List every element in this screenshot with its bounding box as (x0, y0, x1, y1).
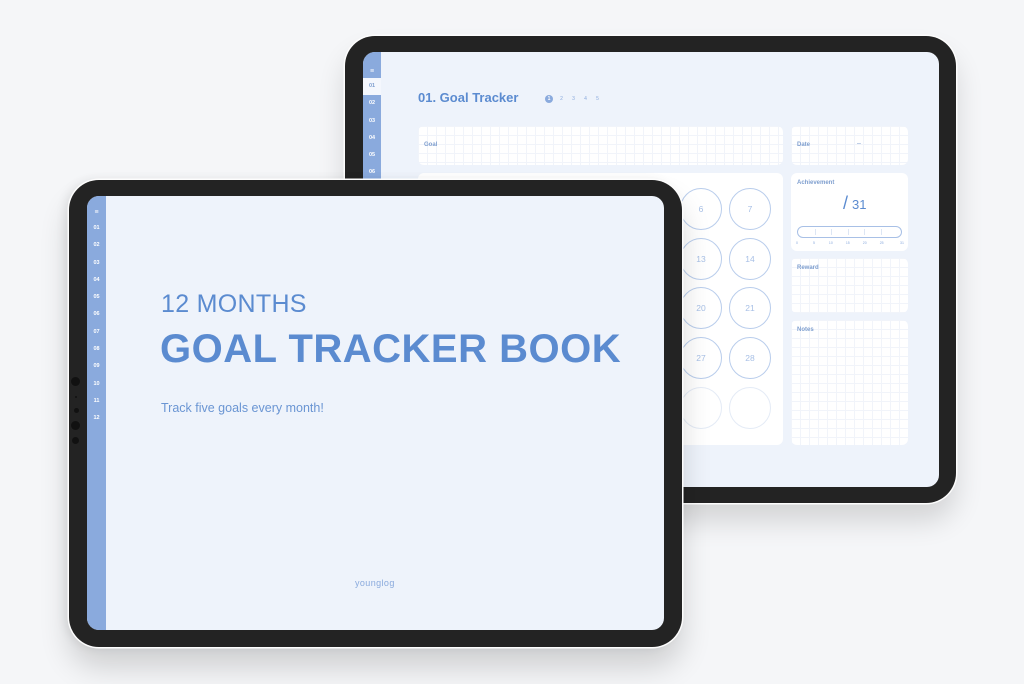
achievement-value[interactable]: /31 (843, 193, 866, 214)
hamburger-menu-icon[interactable]: ≡ (363, 68, 381, 78)
notes-label: Notes (797, 327, 814, 333)
day-circle[interactable]: 13 (680, 237, 722, 280)
month-tab[interactable]: 08 (87, 341, 106, 358)
pager-page[interactable]: 5 (594, 96, 601, 102)
date-field[interactable]: Date – (791, 126, 908, 165)
scale-tick-label: 10 (828, 241, 833, 245)
cover-title: GOAL TRACKER BOOK (160, 327, 622, 371)
pager-page[interactable]: 2 (558, 96, 565, 102)
goal-pager: 12345 (545, 95, 601, 103)
page-title: 01. Goal Tracker (418, 90, 519, 105)
camera-dot-icon (75, 396, 77, 398)
scale-tick-label: 5 (812, 241, 815, 245)
scale-tick-label: 0 (796, 241, 798, 245)
progress-tick (814, 229, 816, 235)
hamburger-menu-icon[interactable]: ≡ (87, 209, 106, 219)
day-circle[interactable]: 7 (729, 188, 771, 230)
month-tab[interactable]: 09 (87, 358, 106, 375)
scale-tick-label: 20 (862, 241, 867, 245)
front-tablet: ≡ 01 02 03 04 05 06 07 08 09 10 11 12 12 MONTHS GOA… (69, 180, 682, 647)
achievement-slash: / (843, 193, 849, 213)
brand-logo: younglog (355, 578, 395, 588)
cover-page: ≡ 01 02 03 04 05 06 07 08 09 10 11 12 12 MONTHS GOA… (87, 196, 664, 630)
month-tab[interactable]: 12 (87, 410, 106, 427)
month-tab-list: 01 02 03 04 05 06 (363, 78, 381, 182)
cover-subtitle: 12 MONTHS (161, 290, 307, 318)
scale-tick-label: 15 (845, 241, 850, 245)
day-circle[interactable]: 14 (729, 237, 771, 280)
month-tab[interactable]: 05 (363, 147, 381, 164)
day-circle[interactable]: 28 (729, 337, 771, 380)
progress-tick (847, 229, 849, 235)
month-tab[interactable]: 11 (87, 393, 106, 410)
day-circle[interactable]: 20 (680, 287, 722, 330)
camera-lens-icon (71, 421, 80, 430)
month-tab[interactable]: 02 (87, 237, 106, 254)
month-sidebar: ≡ 01 02 03 04 05 06 07 08 09 10 11 12 (87, 196, 106, 630)
achievement-label: Achievement (797, 180, 835, 186)
sensor-icon (74, 408, 79, 413)
scale-tick-label: 25 (879, 241, 884, 245)
date-label: Date (797, 142, 811, 148)
month-tab-list: 01 02 03 04 05 06 07 08 09 10 11 12 (87, 220, 106, 428)
pager-page[interactable]: 1 (545, 95, 553, 103)
progress-tick (831, 229, 833, 235)
month-tab[interactable]: 03 (363, 113, 381, 130)
achievement-card: Achievement /31 0 5 10 15 20 25 31 (791, 173, 908, 251)
progress-tick (881, 229, 883, 235)
day-circle[interactable]: 27 (680, 337, 722, 380)
month-tab[interactable]: 05 (87, 289, 106, 306)
day-circle[interactable]: 6 (680, 188, 722, 230)
achievement-scale: 0 5 10 15 20 25 31 (796, 241, 904, 247)
flash-icon (72, 437, 79, 444)
pager-page[interactable]: 3 (570, 96, 577, 102)
month-tab[interactable]: 07 (87, 324, 106, 341)
month-tab[interactable]: 04 (87, 272, 106, 289)
month-tab[interactable]: 02 (363, 95, 381, 112)
scale-tick-label: 31 (900, 241, 904, 245)
month-tab[interactable]: 01 (87, 220, 106, 237)
achievement-total: 31 (852, 197, 867, 212)
day-circle[interactable] (680, 386, 722, 429)
achievement-progress-bar (797, 226, 902, 238)
month-tab[interactable]: 03 (87, 255, 106, 272)
reward-label: Reward (797, 265, 819, 271)
cover-tagline: Track five goals every month! (161, 401, 324, 415)
goal-field[interactable]: Goal (418, 126, 783, 165)
month-tab[interactable]: 01 (363, 78, 381, 96)
day-circle[interactable]: 21 (729, 287, 771, 330)
pager-page[interactable]: 4 (582, 96, 589, 102)
goal-label: Goal (424, 142, 438, 148)
day-circle[interactable] (729, 386, 771, 429)
month-tab[interactable]: 04 (363, 130, 381, 147)
progress-tick (864, 229, 866, 235)
month-tab[interactable]: 10 (87, 376, 106, 393)
reward-field[interactable]: Reward (791, 258, 908, 313)
month-tab[interactable]: 06 (87, 306, 106, 323)
date-value: – (857, 140, 861, 147)
camera-lens-icon (71, 377, 80, 386)
notes-field[interactable]: Notes (791, 320, 908, 445)
